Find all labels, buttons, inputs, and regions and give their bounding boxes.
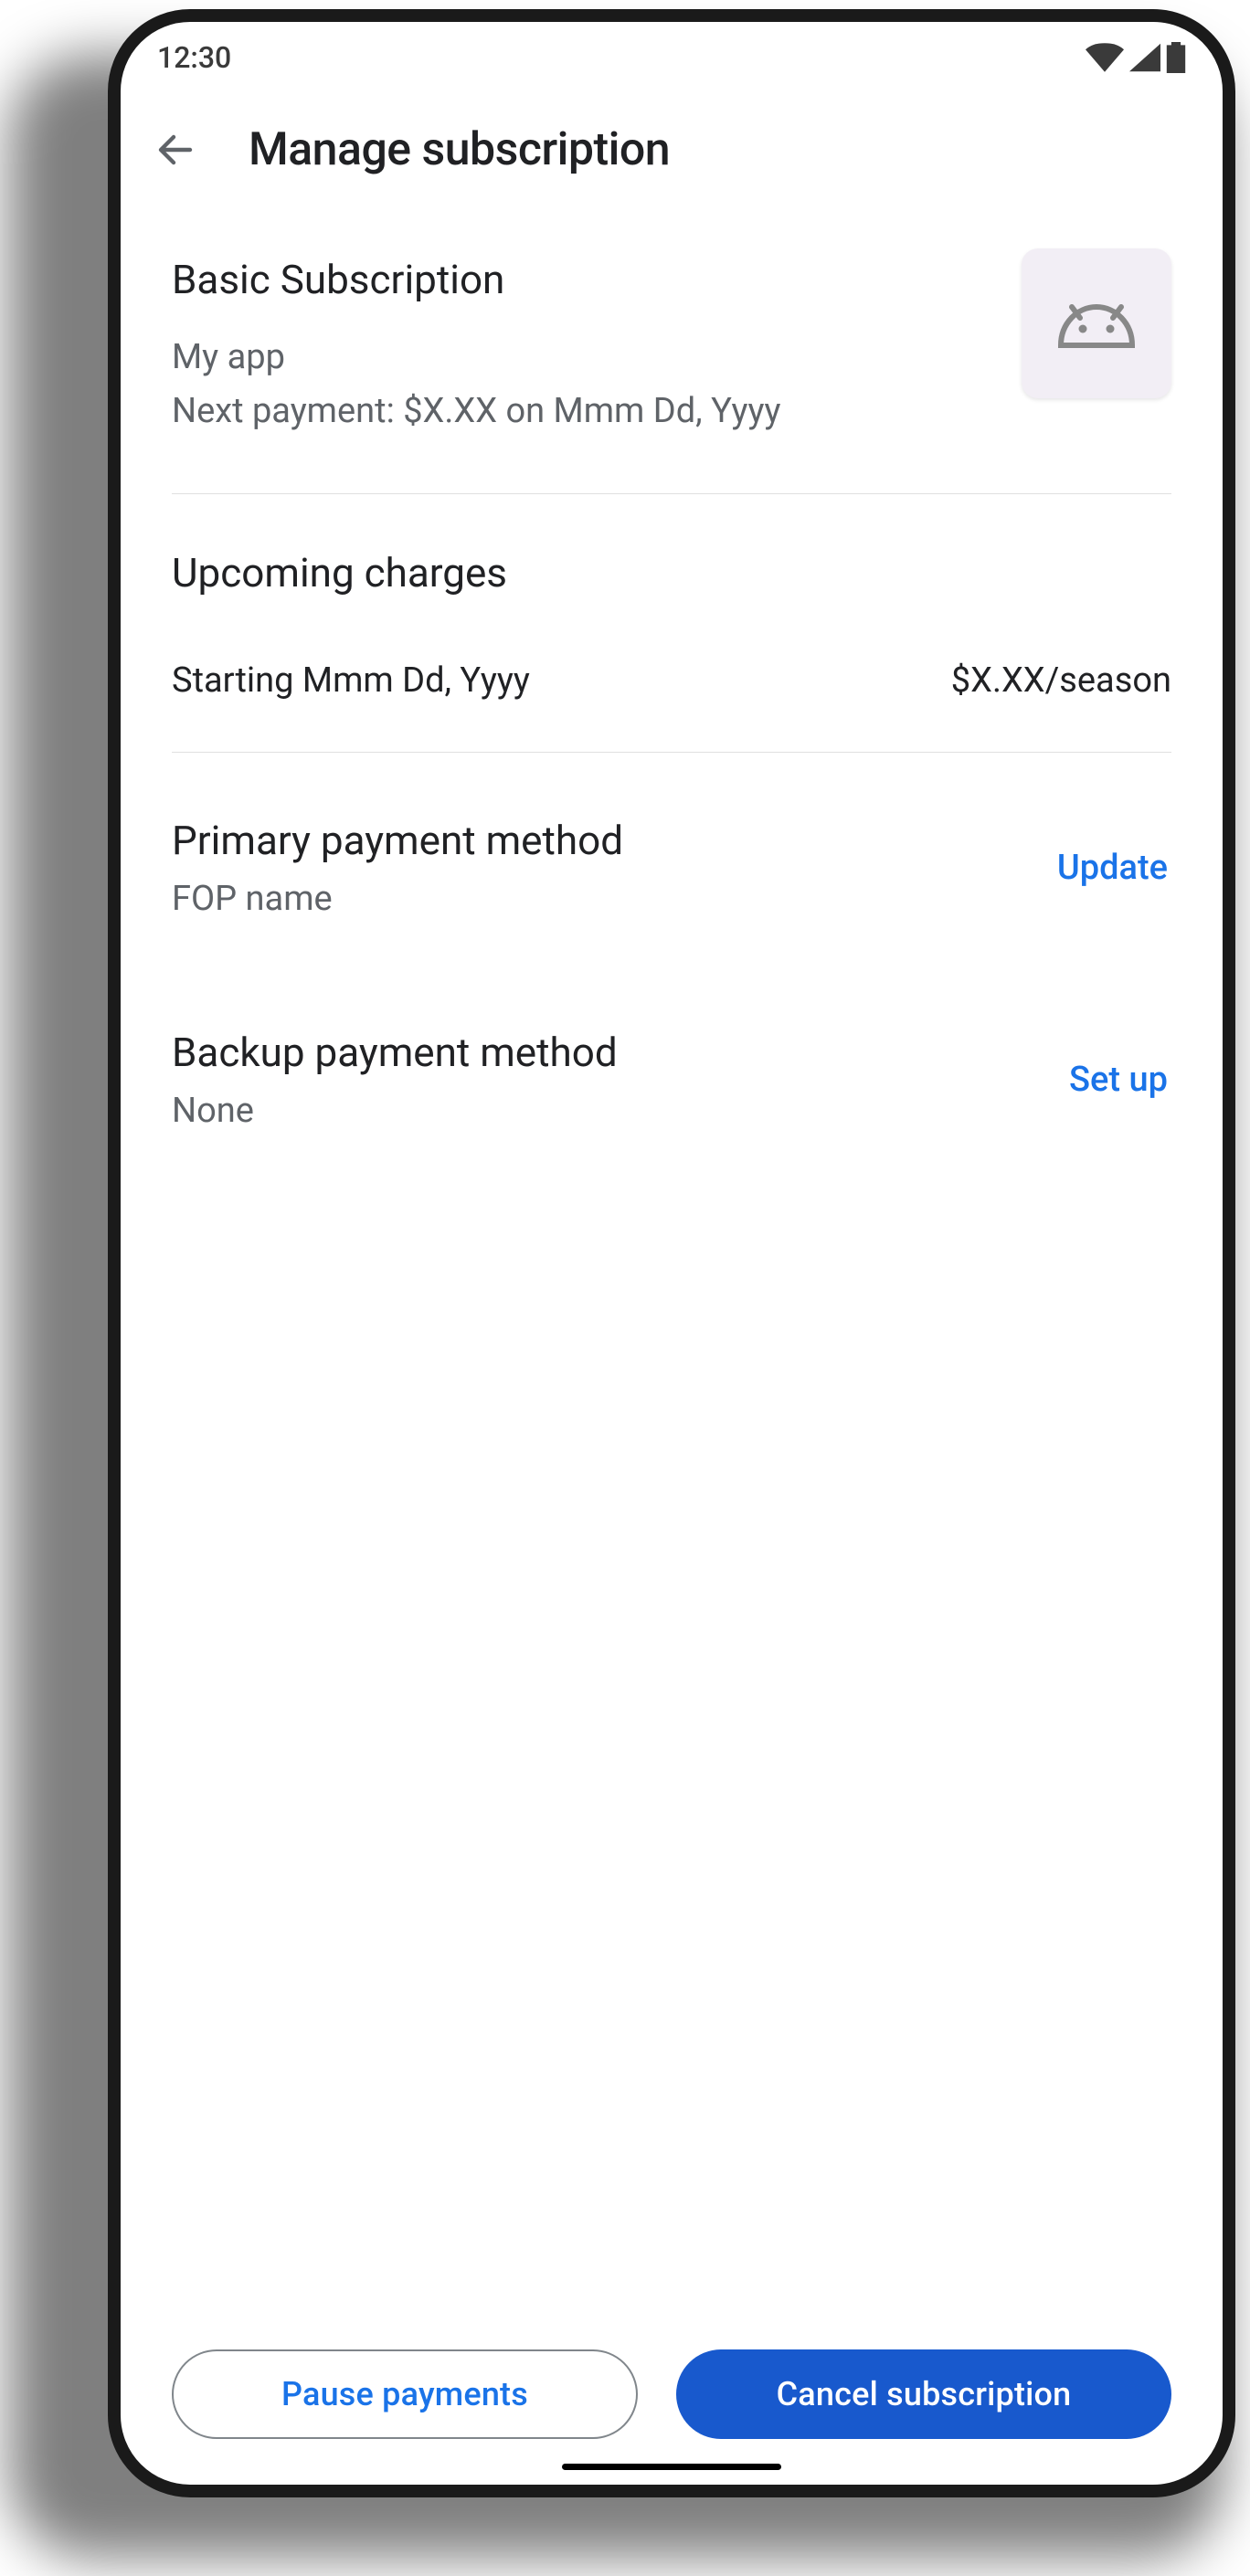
back-button[interactable] xyxy=(148,122,203,177)
update-button[interactable]: Update xyxy=(1054,840,1171,895)
charge-row: Starting Mmm Dd, Yyyy $X.XX/season xyxy=(172,660,1171,753)
page-title: Manage subscription xyxy=(249,123,670,176)
pause-payments-button[interactable]: Pause payments xyxy=(172,2349,638,2439)
status-time: 12:30 xyxy=(157,40,231,75)
next-payment: Next payment: $X.XX on Mmm Dd, Yyyy xyxy=(172,385,1022,438)
app-icon xyxy=(1022,248,1171,398)
setup-button[interactable]: Set up xyxy=(1065,1052,1171,1107)
backup-payment-label: Backup payment method xyxy=(172,1029,618,1076)
wifi-icon xyxy=(1086,43,1124,72)
bottom-actions: Pause payments Cancel subscription xyxy=(121,2349,1223,2439)
backup-payment-value: None xyxy=(172,1091,618,1131)
upcoming-charges-title: Upcoming charges xyxy=(172,549,1171,596)
nav-handle[interactable] xyxy=(562,2464,781,2470)
backup-payment-row: Backup payment method None Set up xyxy=(172,937,1171,1149)
charge-start: Starting Mmm Dd, Yyyy xyxy=(172,660,530,701)
primary-payment-label: Primary payment method xyxy=(172,817,623,864)
header: Manage subscription xyxy=(121,86,1223,214)
charge-price: $X.XX/season xyxy=(951,660,1171,701)
status-bar: 12:30 xyxy=(121,22,1223,86)
subscription-name: Basic Subscription xyxy=(172,256,1022,303)
cancel-subscription-button[interactable]: Cancel subscription xyxy=(676,2349,1171,2439)
app-name: My app xyxy=(172,331,1022,385)
arrow-back-icon xyxy=(154,128,197,172)
cellular-icon xyxy=(1129,43,1160,72)
subscription-summary: Basic Subscription My app Next payment: … xyxy=(172,214,1171,494)
primary-payment-value: FOP name xyxy=(172,879,623,919)
primary-payment-row: Primary payment method FOP name Update xyxy=(172,753,1171,937)
upcoming-charges-section: Upcoming charges Starting Mmm Dd, Yyyy $… xyxy=(172,494,1171,753)
status-icons xyxy=(1086,42,1186,73)
phone-screen: 12:30 Manage subscription Basic Subscrip… xyxy=(108,9,1235,2497)
battery-icon xyxy=(1166,42,1186,73)
android-icon xyxy=(1055,298,1138,349)
